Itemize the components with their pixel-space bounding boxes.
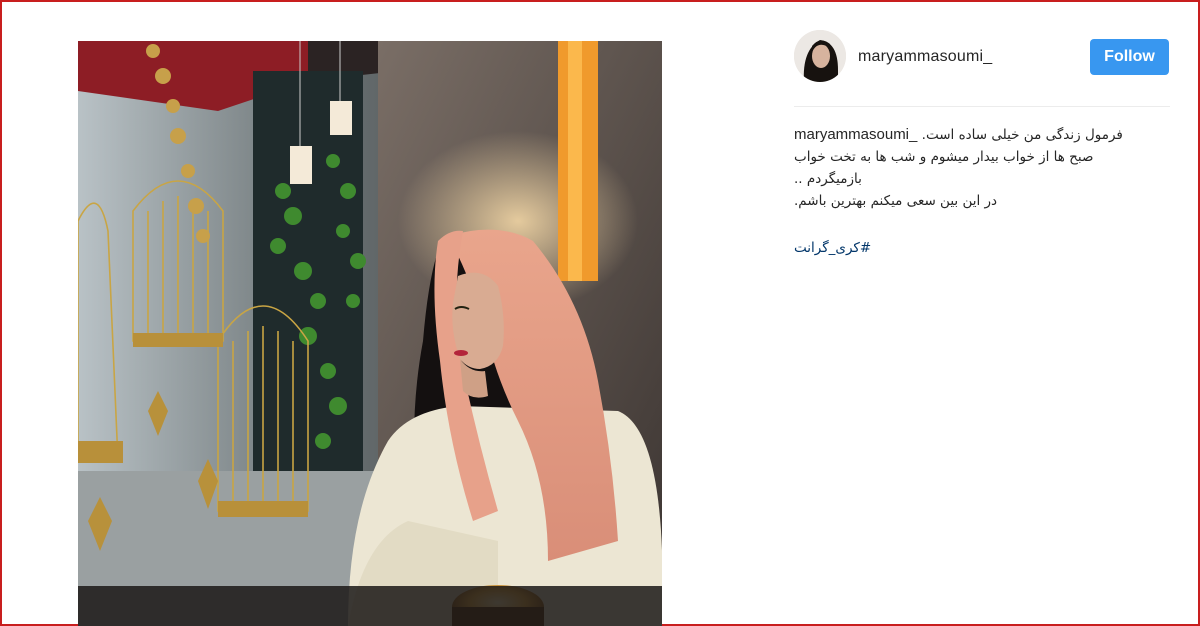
post-side-panel: maryammasoumi_ Follow maryammasoumi_ فرم… [794, 0, 1170, 626]
divider [794, 106, 1170, 107]
caption-text-3: بازمیگردم .. [794, 171, 862, 187]
profile-avatar[interactable] [794, 30, 846, 82]
post-photo[interactable] [78, 41, 662, 626]
caption-author[interactable]: maryammasoumi_ [794, 126, 917, 143]
username-link[interactable]: maryammasoumi_ [858, 48, 992, 66]
caption-text-4: در این بین سعی میکنم بهترین باشم. [794, 193, 998, 209]
post-caption: maryammasoumi_ فرمول زندگی من خیلی ساده … [794, 124, 1170, 212]
hashtag-link[interactable]: #کری_گرانت [794, 240, 871, 256]
post-header: maryammasoumi_ Follow [794, 28, 1170, 88]
caption-first-line: maryammasoumi_ فرمول زندگی من خیلی ساده … [794, 124, 1170, 146]
caption-text-1: فرمول زندگی من خیلی ساده است. [921, 127, 1123, 143]
caption-text-2: صبح ها از خواب بیدار میشوم و شب ها به تخ… [794, 149, 1094, 165]
follow-button[interactable]: Follow [1090, 39, 1169, 75]
